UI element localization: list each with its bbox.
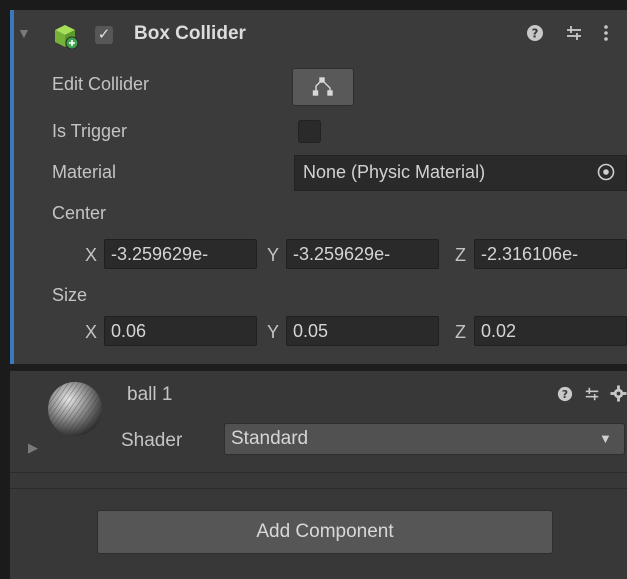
- size-z-field[interactable]: 0.02: [474, 316, 627, 346]
- center-z-label[interactable]: Z: [455, 245, 466, 266]
- material-presets-icon[interactable]: [584, 386, 600, 407]
- center-y-field[interactable]: -3.259629e-: [286, 239, 439, 269]
- edit-collider-button[interactable]: [292, 68, 354, 106]
- is-trigger-label: Is Trigger: [52, 121, 128, 141]
- section-divider: [10, 488, 627, 489]
- material-help-icon[interactable]: ?: [557, 386, 573, 407]
- component-title: Box Collider: [134, 23, 246, 44]
- material-settings-icon[interactable]: [610, 385, 627, 407]
- help-icon[interactable]: ?: [526, 24, 544, 47]
- section-divider: [10, 472, 627, 473]
- add-component-label: Add Component: [256, 521, 394, 542]
- material-name: ball 1: [127, 384, 173, 405]
- presets-icon[interactable]: [565, 24, 583, 47]
- material-foldout-icon[interactable]: ▶: [28, 440, 38, 456]
- size-z-label[interactable]: Z: [455, 322, 466, 343]
- box-collider-icon: [55, 25, 79, 50]
- edit-bounds-icon: [312, 77, 333, 96]
- selection-indicator: [10, 10, 14, 366]
- panel-divider: [10, 364, 627, 371]
- center-x-field[interactable]: -3.259629e-: [104, 239, 257, 269]
- object-picker-icon[interactable]: [596, 162, 616, 182]
- center-x-label[interactable]: X: [85, 245, 97, 266]
- shader-label: Shader: [121, 430, 183, 451]
- chevron-down-icon: ▼: [599, 431, 612, 446]
- is-trigger-checkbox[interactable]: [298, 120, 321, 143]
- window-frame-top: [0, 0, 627, 10]
- size-x-label[interactable]: X: [85, 322, 97, 343]
- center-y-label[interactable]: Y: [267, 245, 279, 266]
- context-menu-icon[interactable]: [601, 24, 611, 47]
- enabled-checkbox[interactable]: ✓: [95, 26, 113, 44]
- foldout-arrow-icon[interactable]: ▼: [17, 25, 31, 41]
- window-frame-left: [0, 0, 10, 579]
- center-label: Center: [52, 203, 107, 223]
- material-value: None (Physic Material): [303, 162, 486, 182]
- size-y-label[interactable]: Y: [267, 322, 279, 343]
- svg-text:?: ?: [532, 27, 539, 41]
- material-label: Material: [52, 162, 117, 182]
- size-x-field[interactable]: 0.06: [104, 316, 257, 346]
- center-z-field[interactable]: -2.316106e-: [474, 239, 627, 269]
- size-y-field[interactable]: 0.05: [286, 316, 439, 346]
- size-label: Size: [52, 285, 88, 305]
- shader-value: Standard: [231, 428, 309, 449]
- svg-text:?: ?: [562, 388, 568, 401]
- material-preview-sphere-icon: [48, 382, 102, 436]
- edit-collider-label: Edit Collider: [52, 74, 150, 94]
